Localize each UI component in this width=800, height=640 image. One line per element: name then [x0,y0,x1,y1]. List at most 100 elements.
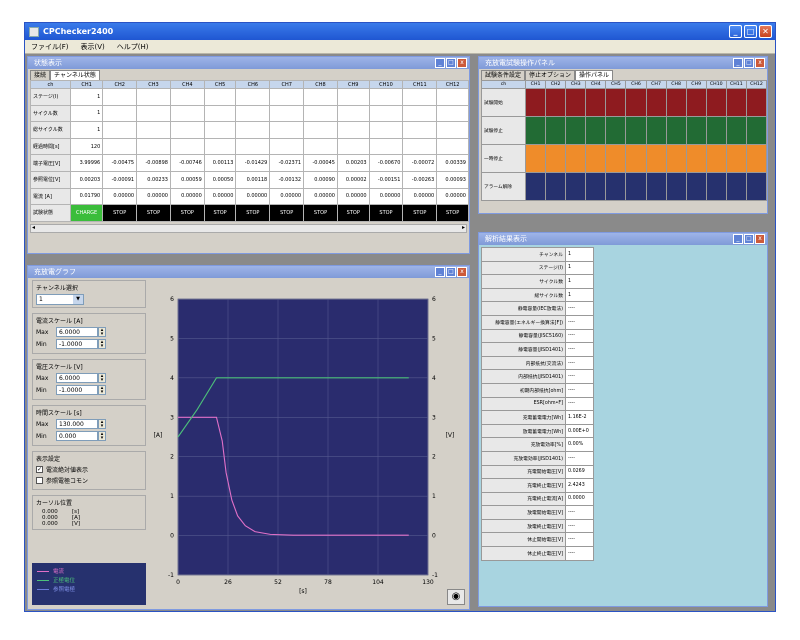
voltage-max-spinner[interactable]: ▴ ▾ [98,373,106,383]
panel-close-button[interactable]: x [755,58,765,68]
channel-action-button[interactable] [605,116,627,145]
channel-action-button[interactable] [725,116,747,145]
camera-icon[interactable]: ◉ [447,589,465,605]
channel-action-button[interactable] [625,116,647,145]
analysis-minimize-button[interactable]: _ [733,234,743,244]
channel-action-button[interactable] [685,116,707,145]
channel-action-button[interactable] [745,144,768,173]
tab-stop-options[interactable]: 停止オプション [525,70,576,80]
time-min-input[interactable]: 0.000 [56,431,98,441]
checkbox-unchecked-icon[interactable] [36,477,43,484]
channel-action-button[interactable] [705,144,727,173]
analysis-row: 充電終止電圧[V] 2.4243 [481,478,594,493]
panel-col-header: CH2 [545,80,567,89]
current-min-input[interactable]: -1.0000 [56,339,98,349]
channel-action-button[interactable] [545,144,567,173]
channel-select[interactable]: 1 ▼ [36,294,84,305]
channel-action-button[interactable] [705,88,727,117]
current-max-input[interactable]: 6.0000 [56,327,98,337]
tab-operation-panel[interactable]: 操作パネル [575,70,614,80]
channel-action-button[interactable] [565,144,587,173]
channel-action-button[interactable] [645,172,667,201]
channel-action-button[interactable] [565,172,587,201]
menu-view[interactable]: 表示(V) [75,42,111,52]
checkbox-checked-icon[interactable]: ✓ [36,466,43,473]
panel-minimize-button[interactable]: _ [733,58,743,68]
status-cell [368,121,404,139]
status-minimize-button[interactable]: _ [435,58,445,68]
channel-action-button[interactable] [745,172,768,201]
status-horizontal-scrollbar[interactable]: ◂ ▸ [30,223,467,233]
channel-action-button[interactable] [645,144,667,173]
channel-action-button[interactable] [725,144,747,173]
time-min-spinner[interactable]: ▴ ▾ [98,431,106,441]
channel-action-button[interactable] [725,88,747,117]
current-min-spinner[interactable]: ▴ ▾ [98,339,106,349]
graph-maximize-button[interactable]: □ [446,267,456,277]
channel-action-button[interactable] [605,88,627,117]
channel-action-button[interactable] [705,116,727,145]
channel-action-button[interactable] [525,116,547,145]
menu-help[interactable]: ヘルプ(H) [111,42,155,52]
y2-tick-label: 6 [432,296,436,303]
analysis-row: 充電蓄電電力[Wh] 1.16E-2 [481,410,594,425]
time-max-spinner[interactable]: ▴ ▾ [98,419,106,429]
channel-action-button[interactable] [665,144,687,173]
panel-maximize-button[interactable]: □ [744,58,754,68]
abs-current-checkbox[interactable]: ✓ 電流絶対値表示 [36,465,142,474]
channel-action-button[interactable] [565,116,587,145]
channel-action-button[interactable] [645,88,667,117]
channel-action-button[interactable] [545,116,567,145]
analysis-close-button[interactable]: x [755,234,765,244]
charge-discharge-chart[interactable]: -1 -10 01 12 23 34 45 56 60 26 52 78 104 130[A] [V][s] [148,279,468,609]
channel-action-button[interactable] [525,172,547,201]
menu-file[interactable]: ファイル(F) [25,42,75,52]
channel-action-button[interactable] [545,172,567,201]
channel-action-button[interactable] [665,172,687,201]
graph-minimize-button[interactable]: _ [435,267,445,277]
channel-action-button[interactable] [665,88,687,117]
channel-action-button[interactable] [585,116,607,145]
channel-action-button[interactable] [665,116,687,145]
channel-action-button[interactable] [625,172,647,201]
status-close-button[interactable]: x [457,58,467,68]
ref-common-checkbox[interactable]: 参照電極コモン [36,476,142,485]
y2-tick-label: 0 [432,533,436,540]
tab-channel-status[interactable]: チャンネル状態 [50,70,100,80]
channel-action-button[interactable] [625,88,647,117]
voltage-max-input[interactable]: 6.0000 [56,373,98,383]
tab-connection[interactable]: 接続 [30,70,51,80]
channel-action-button[interactable] [725,172,747,201]
channel-action-button[interactable] [525,144,547,173]
scroll-right-icon[interactable]: ▸ [462,224,465,231]
channel-action-button[interactable] [605,172,627,201]
scroll-left-icon[interactable]: ◂ [32,224,35,231]
channel-action-button[interactable] [585,172,607,201]
channel-action-button[interactable] [645,116,667,145]
channel-action-button[interactable] [745,116,768,145]
current-max-spinner[interactable]: ▴ ▾ [98,327,106,337]
channel-action-button[interactable] [565,88,587,117]
channel-action-button[interactable] [585,144,607,173]
time-max-input[interactable]: 130.000 [56,419,98,429]
channel-action-button[interactable] [745,88,768,117]
channel-action-button[interactable] [685,172,707,201]
status-maximize-button[interactable]: □ [446,58,456,68]
chevron-down-icon[interactable]: ▼ [73,295,83,304]
tab-test-conditions[interactable]: 試験条件設定 [481,70,526,80]
channel-action-button[interactable] [685,144,707,173]
channel-action-button[interactable] [685,88,707,117]
minimize-button[interactable]: _ [729,25,742,38]
graph-close-button[interactable]: x [457,267,467,277]
maximize-button[interactable]: □ [744,25,757,38]
channel-action-button[interactable] [585,88,607,117]
channel-action-button[interactable] [545,88,567,117]
channel-action-button[interactable] [625,144,647,173]
analysis-maximize-button[interactable]: □ [744,234,754,244]
close-button[interactable]: ✕ [759,25,772,38]
voltage-min-spinner[interactable]: ▴ ▾ [98,385,106,395]
channel-action-button[interactable] [605,144,627,173]
channel-action-button[interactable] [705,172,727,201]
voltage-min-input[interactable]: -1.0000 [56,385,98,395]
channel-action-button[interactable] [525,88,547,117]
